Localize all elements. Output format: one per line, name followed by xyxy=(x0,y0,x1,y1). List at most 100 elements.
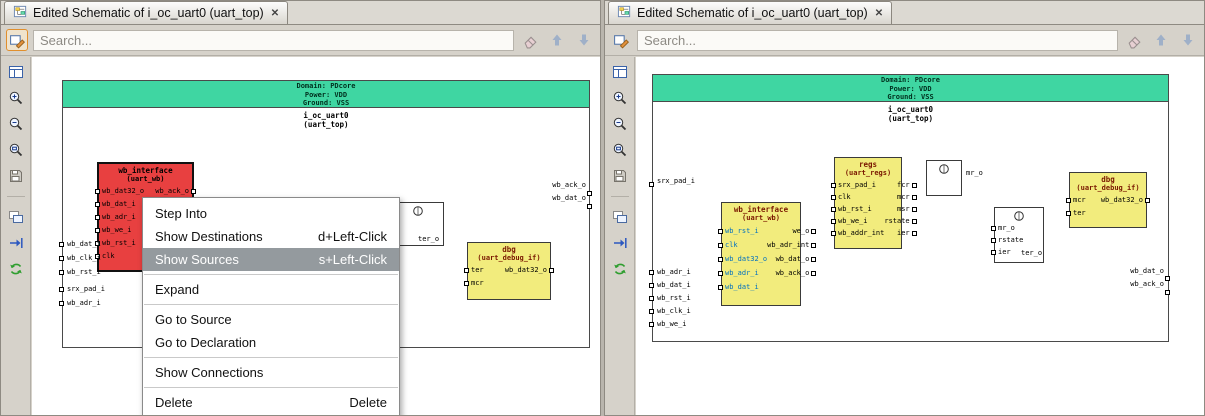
menu-item-delete[interactable]: Delete Delete xyxy=(143,391,399,414)
view-grid-icon[interactable] xyxy=(610,62,630,82)
port-row[interactable]: wb_adr_i xyxy=(95,211,144,224)
search-next-icon[interactable] xyxy=(573,29,595,51)
menu-item-show-destinations[interactable]: Show Destinations d+Left-Click xyxy=(143,225,399,248)
port-square xyxy=(718,256,723,262)
zoom-in-icon[interactable] xyxy=(610,88,630,108)
port-row[interactable]: wb_addr_int xyxy=(831,227,885,239)
port-row[interactable]: we_o xyxy=(767,224,817,238)
port-row[interactable]: wb_dat_i xyxy=(95,198,144,211)
port-row[interactable]: mr_o xyxy=(991,222,1043,234)
port-row[interactable]: wb_dat_i xyxy=(718,280,767,294)
port-row[interactable]: mcr xyxy=(464,277,484,290)
edge-pin[interactable]: wb_adr_i xyxy=(59,296,105,310)
new-window-icon[interactable] xyxy=(6,207,26,227)
tab-edited-schematic[interactable]: Edited Schematic of i_oc_uart0 (uart_top… xyxy=(4,1,289,24)
port-label: wb_rst_i xyxy=(102,239,136,247)
edit-probe-icon[interactable] xyxy=(610,29,632,51)
ports-left: ter mcr xyxy=(464,264,484,290)
port-row[interactable]: ter xyxy=(1066,207,1086,220)
edge-pin[interactable]: wb_adr_i xyxy=(649,266,691,279)
ports-right: wb_dat32_o xyxy=(505,264,554,290)
zoom-out-icon[interactable] xyxy=(610,114,630,134)
block-dbg[interactable]: dbg (uart_debug_if) ter mcr wb_dat32_o xyxy=(464,242,554,300)
port-row[interactable]: wb_we_i xyxy=(95,224,144,237)
ports-left: wb_rst_i clk wb_dat32_o wb_adr_i wb_dat_i xyxy=(718,224,767,294)
new-window-icon[interactable] xyxy=(610,207,630,227)
edge-pin[interactable]: wb_clk_i xyxy=(59,251,101,265)
block-dbg[interactable]: dbg (uart_debug_if) mcr ter wb_dat32_o xyxy=(1066,172,1150,228)
reload-icon[interactable] xyxy=(6,259,26,279)
edge-pin[interactable]: wb_dat_i xyxy=(649,279,691,292)
edge-pin[interactable]: wb_clk_i xyxy=(649,305,691,318)
zoom-fit-icon[interactable] xyxy=(6,140,26,160)
edge-pin[interactable]: wb_we_i xyxy=(649,318,691,331)
search-next-icon[interactable] xyxy=(1177,29,1199,51)
save-icon[interactable] xyxy=(610,166,630,186)
menu-item-show-sources[interactable]: Show Sources s+Left-Click xyxy=(143,248,399,271)
menu-item-go-to-declaration[interactable]: Go to Declaration xyxy=(143,331,399,354)
menu-item-go-to-source[interactable]: Go to Source xyxy=(143,308,399,331)
port-row[interactable]: ier xyxy=(884,227,917,239)
search-input[interactable] xyxy=(33,29,514,51)
edge-pin[interactable]: wb_rst_i xyxy=(649,292,691,305)
port-row[interactable]: wb_dat_o xyxy=(767,252,817,266)
schematic-canvas[interactable]: Domain: PDcore Power: VDD Ground: VSS i_… xyxy=(636,57,1204,415)
reload-icon[interactable] xyxy=(610,259,630,279)
search-input[interactable] xyxy=(637,29,1118,51)
tab-close-icon[interactable]: ✕ xyxy=(271,8,279,19)
zoom-out-icon[interactable] xyxy=(6,114,26,134)
port-row[interactable]: wb_rst_i xyxy=(718,224,767,238)
clear-highlight-icon[interactable] xyxy=(1123,29,1145,51)
port-row[interactable]: clk xyxy=(831,191,884,203)
port-row[interactable]: wb_dat32_o xyxy=(1101,194,1150,207)
port-row[interactable]: fcr xyxy=(884,179,917,191)
port-row[interactable]: wb_dat32_o xyxy=(95,185,144,198)
port-row[interactable]: wb_we_i xyxy=(831,215,884,227)
search-prev-icon[interactable] xyxy=(546,29,568,51)
block-regs[interactable]: regs (uart_regs) srx_pad_i clk wb_rst_i wb_… xyxy=(831,157,917,249)
menu-item-step-into[interactable]: Step Into xyxy=(143,202,399,225)
tab-close-icon[interactable]: ✕ xyxy=(875,8,883,19)
block-wb-interface[interactable]: wb_interface (uart_wb) wb_rst_i clk wb_dat… xyxy=(718,202,817,306)
port-row[interactable]: wb_rst_i xyxy=(95,237,144,250)
port-label: wb_we_i xyxy=(838,216,868,225)
port-row[interactable]: srx_pad_i xyxy=(831,179,884,191)
port-label: wb_addr_int xyxy=(838,228,885,237)
port-row[interactable]: wb_dat32_o xyxy=(718,252,767,266)
block-clock-gate-1[interactable] xyxy=(926,160,962,196)
port-square xyxy=(464,281,469,286)
edge-pin-srx-pad-i[interactable]: srx_pad_i xyxy=(657,177,695,185)
gate-circle-icon xyxy=(413,206,423,216)
menu-item-show-connections[interactable]: Show Connections xyxy=(143,361,399,384)
port-row[interactable]: clk xyxy=(718,238,767,252)
save-icon[interactable] xyxy=(6,166,26,186)
edge-pin[interactable]: srx_pad_i xyxy=(59,282,105,296)
domain-line: Domain: PDcore xyxy=(296,82,356,90)
zoom-fit-icon[interactable] xyxy=(610,140,630,160)
port-row[interactable]: rstate xyxy=(991,234,1043,246)
port-row[interactable]: wb_ack_o xyxy=(767,266,817,280)
clear-highlight-icon[interactable] xyxy=(519,29,541,51)
port-row[interactable]: mcr xyxy=(884,191,917,203)
port-row[interactable]: msr xyxy=(884,203,917,215)
view-grid-icon[interactable] xyxy=(6,62,26,82)
port-row[interactable]: mcr xyxy=(1066,194,1086,207)
port-row[interactable]: rstate xyxy=(884,215,917,227)
port-row[interactable]: wb_adr_int xyxy=(767,238,817,252)
tab-edited-schematic[interactable]: Edited Schematic of i_oc_uart0 (uart_top… xyxy=(608,1,893,24)
trace-arrows-icon[interactable] xyxy=(6,233,26,253)
port-row[interactable]: ter xyxy=(464,264,484,277)
zoom-in-icon[interactable] xyxy=(6,88,26,108)
port-row[interactable]: wb_adr_i xyxy=(718,266,767,280)
port-square xyxy=(549,268,554,273)
edge-pin[interactable]: wb_rst_i xyxy=(59,265,101,279)
search-prev-icon[interactable] xyxy=(1150,29,1172,51)
port-label: ier xyxy=(998,247,1011,256)
menu-item-expand[interactable]: Expand xyxy=(143,278,399,301)
port-row[interactable]: wb_dat32_o xyxy=(505,264,554,277)
trace-arrows-icon[interactable] xyxy=(610,233,630,253)
port-row[interactable]: wb_rst_i xyxy=(831,203,884,215)
edge-pin[interactable]: wb_dat_i xyxy=(59,237,101,251)
edit-probe-icon[interactable] xyxy=(6,29,28,51)
port-row[interactable]: clk xyxy=(95,250,144,263)
